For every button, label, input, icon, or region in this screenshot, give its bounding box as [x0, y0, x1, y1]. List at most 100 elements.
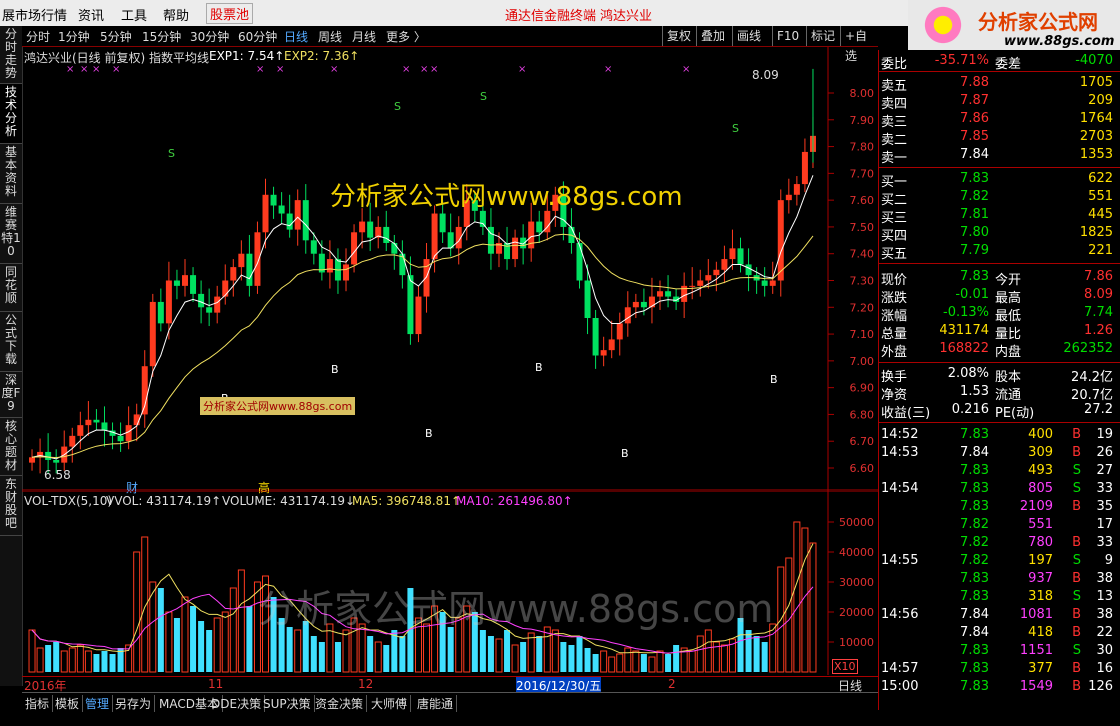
- volume-bar: [809, 542, 817, 673]
- tick-row: 7.82 780 B 33: [879, 534, 1120, 552]
- left-tab-8[interactable]: 东财股吧: [0, 476, 22, 536]
- tick-volume: 493: [1028, 463, 1053, 478]
- period-tab-1[interactable]: 1分钟: [58, 28, 90, 45]
- sell-price: 7.85: [960, 129, 989, 144]
- candle-body: [745, 264, 752, 276]
- left-tab-0[interactable]: 分时走势: [0, 26, 22, 84]
- toolbar-button-4[interactable]: 标记: [806, 26, 839, 46]
- moving-average-line: [31, 233, 814, 459]
- volume-bar: [447, 627, 454, 672]
- volume-bar: [310, 636, 317, 672]
- tick-time: 14:52: [881, 427, 919, 442]
- exp1-label: EXP1: 7.54↑: [209, 49, 285, 63]
- bottom-tab-1[interactable]: 模板: [52, 695, 84, 712]
- bottom-tab-9[interactable]: 唐能通: [414, 695, 458, 712]
- price-tick: 7.30: [850, 275, 875, 288]
- left-tab-2[interactable]: 基本资料: [0, 144, 22, 204]
- bottom-tab-6[interactable]: SUP决策: [260, 695, 315, 712]
- price-tick: 7.00: [850, 355, 875, 368]
- left-tab-6[interactable]: 深度F9: [0, 372, 22, 418]
- menu-market[interactable]: 展市场行情: [2, 5, 67, 24]
- stat-row-3: 总量 431174 量比 1.26: [879, 322, 1120, 342]
- candle-body: [77, 425, 84, 436]
- menu-tools[interactable]: 工具: [121, 5, 147, 24]
- weibi-value: -35.71%: [934, 53, 989, 68]
- left-vertical-tabs: 分时走势 技术分析 基本资料 维赛特10 同花顺 公式下载 深度F9 核心题材 东财股吧: [0, 26, 23, 686]
- bottom-tab-8[interactable]: 大师傅: [368, 695, 412, 712]
- tick-count: 17: [1096, 517, 1113, 532]
- menu-help[interactable]: 帮助: [163, 5, 189, 24]
- volume-bar: [487, 636, 494, 672]
- candle-body: [286, 213, 293, 230]
- bottom-tab-3[interactable]: 另存为: [112, 695, 156, 712]
- toolbar-button-2[interactable]: 画线: [732, 26, 765, 46]
- candle-body: [689, 285, 696, 287]
- period-tab-2[interactable]: 5分钟: [100, 28, 132, 45]
- volume-bar: [753, 636, 760, 672]
- candle-body: [777, 200, 784, 281]
- tick-count: 22: [1096, 625, 1113, 640]
- candle-body: [431, 213, 438, 260]
- x10-scale[interactable]: X10: [832, 659, 858, 674]
- volume-bar: [198, 621, 205, 672]
- period-tab-7[interactable]: 周线: [318, 28, 342, 45]
- tick-count: 19: [1096, 427, 1113, 442]
- period-tab-0[interactable]: 分时: [26, 28, 50, 45]
- candle-body: [640, 301, 647, 308]
- bottom-tab-7[interactable]: 资金决策: [312, 695, 368, 712]
- left-tab-1[interactable]: 技术分析: [0, 84, 22, 144]
- left-tab-4[interactable]: 同花顺: [0, 264, 22, 312]
- candle-body: [367, 221, 374, 238]
- sell-volume: 1705: [1079, 75, 1113, 90]
- stat-value: 8.09: [1084, 287, 1113, 302]
- period-tab-9[interactable]: 更多 〉: [386, 28, 426, 45]
- volume-bar: [616, 653, 624, 673]
- volume-bar: [527, 632, 535, 673]
- signal-x-marker: ×: [518, 64, 526, 75]
- high-price-label: 8.09: [752, 68, 779, 82]
- toolbar-button-3[interactable]: F10: [772, 26, 803, 46]
- period-tab-8[interactable]: 月线: [352, 28, 376, 45]
- volume-bar: [720, 644, 728, 673]
- bottom-tab-0[interactable]: 指标: [22, 695, 54, 712]
- volume-bar: [53, 642, 60, 672]
- period-tab-5[interactable]: 60分钟: [238, 28, 277, 45]
- tick-volume: 377: [1028, 661, 1053, 676]
- volume-bar: [246, 606, 253, 672]
- moving-average-line: [31, 175, 814, 460]
- menu-news[interactable]: 资讯: [78, 5, 104, 24]
- bottom-tab-5[interactable]: DDE决策: [208, 695, 266, 712]
- stat-value: 431174: [939, 323, 989, 338]
- sell-label: 卖一: [881, 151, 908, 166]
- toolbar-button-1[interactable]: 叠加: [696, 26, 729, 46]
- bottom-tab-2[interactable]: 管理: [82, 695, 114, 712]
- tick-price: 7.82: [960, 553, 989, 568]
- price-tick: 7.60: [850, 194, 875, 207]
- left-tab-3[interactable]: 维赛特10: [0, 204, 22, 264]
- bottom-indicator-tabs: 指标 模板 管理 另存为 MACD基本 DDE决策 SUP决策 资金决策 大师傅 唐能通: [22, 692, 878, 712]
- menu-stock-pool[interactable]: 股票池: [206, 3, 254, 24]
- left-tab-5[interactable]: 公式下载: [0, 312, 22, 372]
- toolbar-button-5[interactable]: +自选: [840, 26, 878, 63]
- period-tab-6[interactable]: 日线: [284, 28, 308, 45]
- period-toolbar: 分时 1分钟 5分钟 15分钟 30分钟 60分钟 日线 周线 月线 更多 〉 复权 叠加 画线 F10 标…: [22, 26, 878, 63]
- candle-body: [190, 275, 197, 294]
- sell-level-3: 卖二 7.85 2703: [879, 128, 1120, 148]
- volume-bar: [165, 611, 173, 673]
- volume-bar: [367, 636, 374, 672]
- tick-row: 7.83 1151 S 30: [879, 642, 1120, 660]
- kline-chart[interactable]: 8.00 7.90 7.80 7.70 7.60 7.50 7.40 7.30 7.20 7.10…: [22, 47, 878, 491]
- left-tab-7[interactable]: 核心题材: [0, 418, 22, 476]
- period-tab-3[interactable]: 15分钟: [142, 28, 181, 45]
- tick-price: 7.83: [960, 643, 989, 658]
- stat-value: 7.74: [1084, 305, 1113, 320]
- candle-body: [665, 291, 672, 297]
- period-tab-4[interactable]: 30分钟: [190, 28, 229, 45]
- finance-value: 0.216: [951, 402, 989, 417]
- candle-body: [415, 296, 422, 335]
- tick-price: 7.83: [960, 571, 989, 586]
- toolbar-button-0[interactable]: 复权: [662, 26, 695, 46]
- candle-body: [214, 296, 221, 313]
- tick-time: 14:56: [881, 607, 919, 622]
- finance-label: 收益(三): [881, 406, 931, 421]
